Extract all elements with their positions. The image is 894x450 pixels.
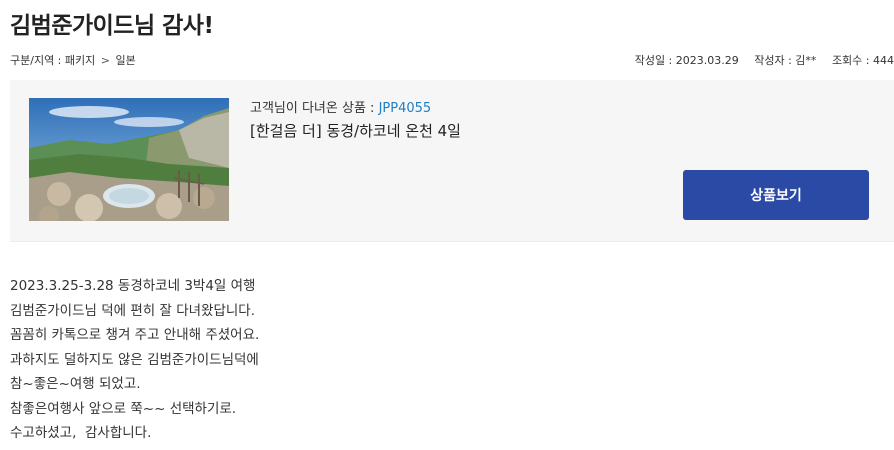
hot-spring-landscape-image: [29, 98, 229, 221]
product-name[interactable]: [한걸음 더] 동경/하코네 온천 4일: [250, 120, 461, 141]
breadcrumb-category: 구분/지역 : 패키지: [10, 54, 96, 67]
product-code-line: 고객님이 다녀온 상품 : JPP4055: [250, 97, 431, 116]
body-line: 참~좋은~여행 되었고.: [10, 376, 141, 392]
post-meta-row: 구분/지역 : 패키지 > 일본 작성일 : 2023.03.29 작성자 : …: [10, 52, 894, 68]
body-line: 과하지도 덜하지도 않은 김범준가이드님덕에: [10, 351, 259, 368]
body-line: 김범준가이드님 덕에 편히 잘 다녀왔답니다.: [10, 302, 256, 319]
post-author: 작성자 : 김**: [754, 54, 817, 67]
breadcrumb-separator: >: [100, 54, 110, 67]
product-thumbnail[interactable]: [29, 98, 229, 221]
post-info: 작성일 : 2023.03.29 작성자 : 김** 조회수 : 444: [623, 52, 894, 68]
breadcrumb-region: 일본: [115, 54, 136, 67]
body-line: 수고하셨고, 감사합니다.: [10, 425, 152, 441]
body-line: 꼼꼼히 카톡으로 챙겨 주고 안내해 주셨어요.: [10, 327, 260, 343]
page-title: 김범준가이드님 감사!: [10, 13, 214, 39]
post-date: 작성일 : 2023.03.29: [634, 54, 739, 67]
body-line: 참좋은여행사 앞으로 쭉~~ 선택하기로.: [10, 400, 237, 417]
product-card: 고객님이 다녀온 상품 : JPP4055 [한걸음 더] 동경/하코네 온천 …: [10, 80, 894, 242]
post-body: 2023.3.25-3.28 동경하코네 3박4일 여행 김범준가이드님 덕에 …: [10, 274, 259, 446]
view-product-button[interactable]: 상품보기: [683, 170, 869, 220]
product-code-link[interactable]: JPP4055: [379, 101, 432, 116]
product-code-label: 고객님이 다녀온 상품 :: [250, 101, 379, 116]
body-line: 2023.3.25-3.28 동경하코네 3박4일 여행: [10, 278, 256, 294]
breadcrumb: 구분/지역 : 패키지 > 일본: [10, 52, 136, 68]
post-views: 조회수 : 444: [831, 54, 894, 67]
